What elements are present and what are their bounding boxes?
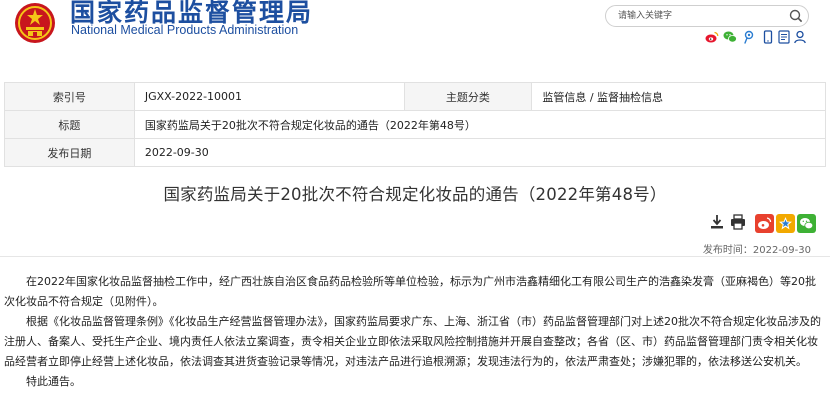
weibo-icon[interactable] — [705, 30, 719, 44]
site-title-en[interactable]: National Medical Products Administration — [71, 22, 298, 38]
search-input[interactable] — [618, 8, 778, 24]
topic-category-value: 监管信息 / 监督抽检信息 — [531, 82, 826, 111]
article-body: 在2022年国家化妆品监督抽检工作中，经广西壮族自治区食品药品检验所等单位检验，… — [4, 272, 824, 392]
paragraph-3: 特此通告。 — [4, 375, 81, 388]
paragraph-2: 根据《化妆品监督管理条例》《化妆品生产经营监督管理办法》，国家药监局要求广东、上… — [4, 315, 821, 368]
document-meta-table: 索引号 JGXX-2022-10001 主题分类 监管信息 / 监督抽检信息 标… — [4, 82, 827, 167]
print-icon[interactable] — [730, 214, 746, 230]
divider — [0, 256, 830, 257]
meta-row-title: 标题 国家药监局关于20批次不符合规定化妆品的通告（2022年第48号） — [4, 110, 827, 139]
weibo-share-icon[interactable] — [755, 214, 774, 233]
download-icon[interactable] — [710, 214, 724, 230]
wechat-share-icon[interactable] — [797, 214, 816, 233]
paragraph-1: 在2022年国家化妆品监督抽检工作中，经广西壮族自治区食品药品检验所等单位检验，… — [4, 275, 816, 308]
national-emblem-logo[interactable] — [14, 2, 56, 44]
index-number-label: 索引号 — [4, 82, 135, 111]
user-icon[interactable] — [793, 30, 807, 44]
topic-category-label: 主题分类 — [403, 82, 533, 111]
publish-date-label: 发布日期 — [4, 138, 135, 167]
title-value: 国家药监局关于20批次不符合规定化妆品的通告（2022年第48号） — [133, 110, 827, 139]
site-header: 国家药品监督管理局 National Medical Products Admi… — [0, 0, 830, 55]
search-box — [605, 5, 809, 27]
tencent-weibo-icon[interactable] — [742, 30, 756, 44]
text-size-icon[interactable] — [777, 30, 791, 44]
publish-date-value: 2022-09-30 — [133, 138, 827, 167]
qzone-share-icon[interactable] — [776, 214, 795, 233]
article-title: 国家药监局关于20批次不符合规定化妆品的通告（2022年第48号） — [163, 185, 667, 204]
title-label: 标题 — [4, 110, 135, 139]
search-icon[interactable] — [788, 8, 804, 24]
meta-row-date: 发布日期 2022-09-30 — [4, 138, 827, 167]
index-number-value: JGXX-2022-10001 — [133, 82, 405, 111]
meta-row-index: 索引号 JGXX-2022-10001 主题分类 监管信息 / 监督抽检信息 — [4, 82, 826, 111]
wechat-icon[interactable] — [723, 30, 737, 44]
mobile-icon[interactable] — [761, 30, 775, 44]
publish-time: 发布时间：2022-09-30 — [702, 245, 811, 256]
